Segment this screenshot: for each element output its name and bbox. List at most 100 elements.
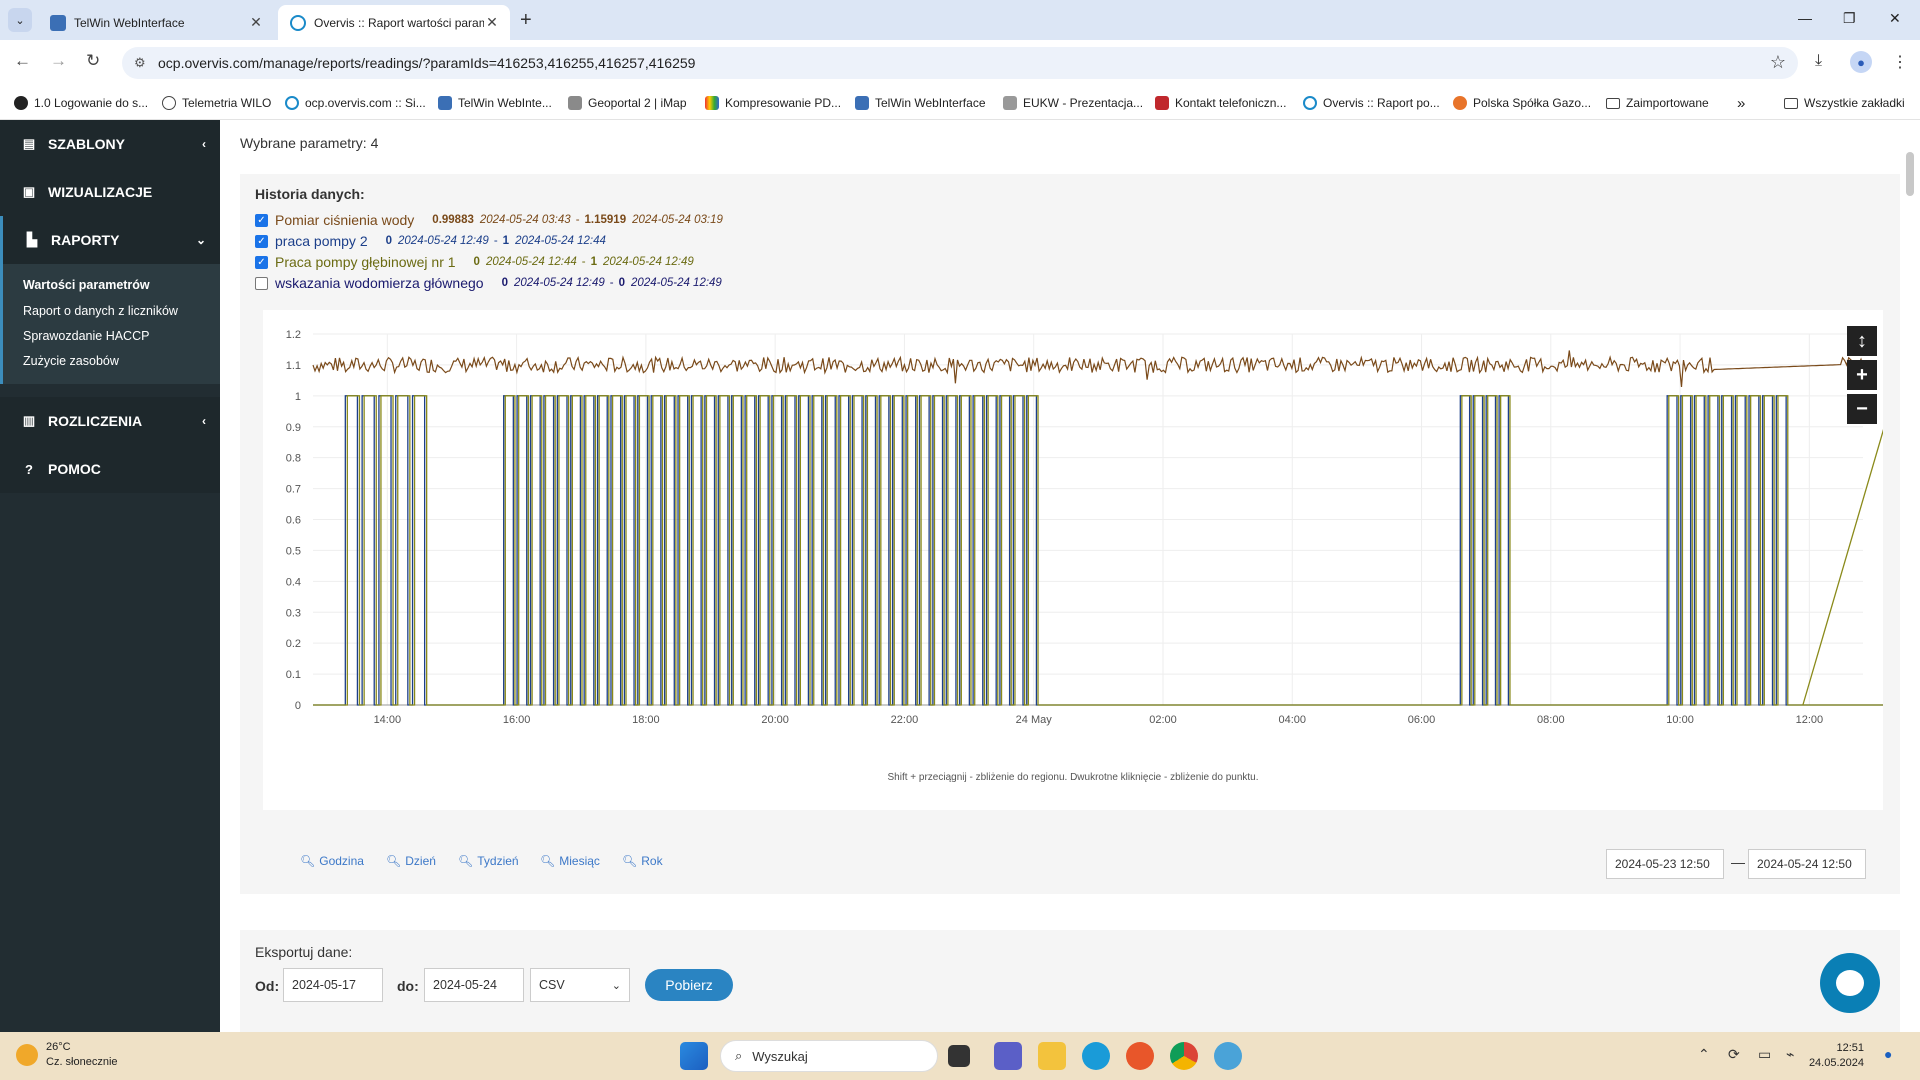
restore-icon[interactable]: ❐ [1843, 10, 1856, 27]
param-checkbox[interactable]: ✓ [255, 255, 268, 269]
bookmark-item[interactable]: Kompresowanie PD... [705, 86, 841, 120]
bookmark-item[interactable]: TelWin WebInterface [855, 86, 986, 120]
clock[interactable]: 12:51 24.05.2024 [1808, 1041, 1864, 1071]
close-icon[interactable]: ✕ [248, 14, 264, 31]
tab-title: TelWin WebInterface [74, 15, 185, 30]
file-explorer-icon[interactable] [1038, 1042, 1066, 1070]
bookmark-item[interactable]: EUKW - Prezentacja... [1003, 86, 1143, 120]
y-tick-label: 0 [295, 700, 301, 712]
network-icon[interactable]: ⌁ [1786, 1046, 1794, 1063]
browser-toolbar: ← → ↻ ⚙ ocp.overvis.com/manage/reports/r… [0, 40, 1920, 86]
x-tick-label: 04:00 [1278, 714, 1306, 726]
zoom-out-button[interactable]: − [1847, 394, 1877, 424]
date-from-input[interactable]: 2024-05-23 12:50 [1606, 849, 1724, 879]
export-to-label: do: [397, 978, 419, 994]
notification-bell-icon[interactable]: ● [1884, 1046, 1892, 1062]
x-tick-label: 22:00 [891, 714, 919, 726]
sidebar-item-raporty[interactable]: ▙ RAPORTY ⌄ [0, 216, 220, 264]
bookmark-item[interactable]: Polska Spółka Gazo... [1453, 86, 1591, 120]
date-separator: — [1731, 854, 1745, 870]
shield-icon [1155, 96, 1169, 110]
submenu-item-haccp[interactable]: Sprawozdanie HACCP [23, 329, 149, 343]
param-checkbox[interactable]: ✓ [255, 234, 268, 248]
param-checkbox[interactable]: ✓ [255, 213, 268, 227]
bookmark-item[interactable]: 1.0 Logowanie do s... [14, 86, 148, 120]
y-tick-label: 0.2 [286, 638, 301, 650]
chart-svg[interactable]: 0 0.1 0.2 0.3 0.4 0.5 0.6 0.7 0.8 0.9 1 1.1 1.2 14:00… [263, 310, 1883, 770]
globe-icon [162, 96, 176, 110]
sidebar-item-wizualizacje[interactable]: ▣ WIZUALIZACJE [0, 168, 220, 216]
edge-icon[interactable] [1082, 1042, 1110, 1070]
app-icon[interactable] [1214, 1042, 1242, 1070]
address-bar[interactable]: ⚙ ocp.overvis.com/manage/reports/reading… [122, 47, 1798, 79]
zoom-in-button[interactable]: + [1847, 360, 1877, 390]
zoom-reset-button[interactable]: ↕ [1847, 326, 1877, 356]
bookmarks-overflow-button[interactable]: » [1737, 86, 1745, 120]
teams-icon[interactable] [994, 1042, 1022, 1070]
sidebar-item-szablony[interactable]: ▤ SZABLONY ‹ [0, 120, 220, 168]
chart-hint: Shift + przeciągnij - zbliżenie do regio… [887, 772, 1259, 783]
site-settings-icon[interactable]: ⚙ [134, 55, 146, 71]
y-tick-label: 0.8 [286, 453, 301, 465]
bookmark-item[interactable]: ocp.overvis.com :: Si... [285, 86, 426, 120]
tab-telwin[interactable]: TelWin WebInterface ✕ [38, 5, 274, 40]
sidebar-item-pomoc[interactable]: ? POMOC [0, 445, 220, 493]
submenu-item-liczniki[interactable]: Raport o danych z liczników [23, 304, 178, 318]
windows-start-icon[interactable] [680, 1042, 708, 1070]
tray-chevron-icon[interactable]: ⌃ [1698, 1046, 1710, 1063]
x-tick-label: 10:00 [1666, 714, 1694, 726]
scroll-thumb[interactable] [1906, 152, 1914, 196]
firefox-icon[interactable] [1126, 1042, 1154, 1070]
date-to-input[interactable]: 2024-05-24 12:50 [1748, 849, 1866, 879]
back-icon[interactable]: ← [14, 51, 31, 71]
reload-icon[interactable]: ↻ [86, 51, 100, 71]
task-view-icon[interactable] [948, 1045, 970, 1067]
page-scrollbar[interactable] [1900, 120, 1920, 1032]
export-to-input[interactable]: 2024-05-24 [424, 968, 524, 1002]
x-tick-label: 14:00 [374, 714, 402, 726]
bookmark-item[interactable]: TelWin WebInte... [438, 86, 552, 120]
range-button-hour[interactable]: 🔍︎ Godzina [300, 854, 364, 868]
bookmark-star-icon[interactable]: ☆ [1770, 52, 1786, 73]
range-button-day[interactable]: 🔍︎ Dzień [386, 854, 436, 868]
all-bookmarks-folder[interactable]: Wszystkie zakładki [1784, 86, 1905, 120]
readings-chart[interactable]: 0 0.1 0.2 0.3 0.4 0.5 0.6 0.7 0.8 0.9 1 1.1 1.2 14:00… [263, 310, 1883, 810]
menu-icon[interactable]: ⋮ [1892, 52, 1908, 72]
profile-icon[interactable]: ● [1850, 51, 1872, 73]
range-button-week[interactable]: 🔍︎ Tydzień [458, 854, 519, 868]
param-checkbox[interactable] [255, 276, 268, 290]
range-button-year[interactable]: 🔍︎ Rok [622, 854, 663, 868]
forward-icon[interactable]: → [50, 51, 67, 71]
x-tick-label: 20:00 [761, 714, 789, 726]
bookmark-item[interactable]: Telemetria WILO [162, 86, 271, 120]
bookmark-item[interactable]: Kontakt telefoniczn... [1155, 86, 1286, 120]
export-format-select[interactable]: CSV ⌄ [530, 968, 630, 1002]
history-title: Historia danych: [255, 186, 365, 202]
submenu-item-wartosci[interactable]: Wartości parametrów [23, 278, 150, 292]
weather-widget[interactable]: 26°C Cz. słonecznie [16, 1040, 118, 1070]
bookmark-item[interactable]: Overvis :: Raport po... [1303, 86, 1440, 120]
new-tab-button[interactable]: + [520, 9, 532, 32]
download-button[interactable]: Pobierz [645, 969, 733, 1001]
sync-icon[interactable]: ⟳ [1728, 1046, 1740, 1063]
param-row: ✓ Praca pompy głębinowej nr 1 0 2024-05-… [255, 252, 699, 272]
submenu-item-zuzycie[interactable]: Zużycie zasobów [23, 354, 119, 368]
close-window-icon[interactable]: ✕ [1889, 10, 1901, 27]
chat-widget-button[interactable] [1820, 953, 1880, 1013]
minimize-icon[interactable]: — [1798, 10, 1812, 26]
y-tick-label: 0.3 [286, 607, 301, 619]
export-from-input[interactable]: 2024-05-17 [283, 968, 383, 1002]
y-tick-label: 0.7 [286, 484, 301, 496]
bookmark-folder[interactable]: Zaimportowane [1606, 86, 1709, 120]
range-button-month[interactable]: 🔍︎ Miesiąc [540, 854, 600, 868]
close-icon[interactable]: ✕ [484, 14, 500, 31]
tab-overvis[interactable]: Overvis :: Raport wartości param ✕ [278, 5, 510, 40]
search-icon: 🔍︎ [540, 854, 556, 868]
download-icon[interactable]: ⤓ [1815, 52, 1822, 70]
display-icon[interactable]: ▭ [1758, 1046, 1771, 1063]
chrome-icon[interactable] [1170, 1042, 1198, 1070]
bookmark-item[interactable]: Geoportal 2 | iMap [568, 86, 687, 120]
tab-search-button[interactable]: ⌄ [8, 8, 32, 32]
taskbar-search[interactable]: ⌕ Wyszukaj [720, 1040, 938, 1072]
sidebar-item-rozliczenia[interactable]: ▥ ROZLICZENIA ‹ [0, 397, 220, 445]
